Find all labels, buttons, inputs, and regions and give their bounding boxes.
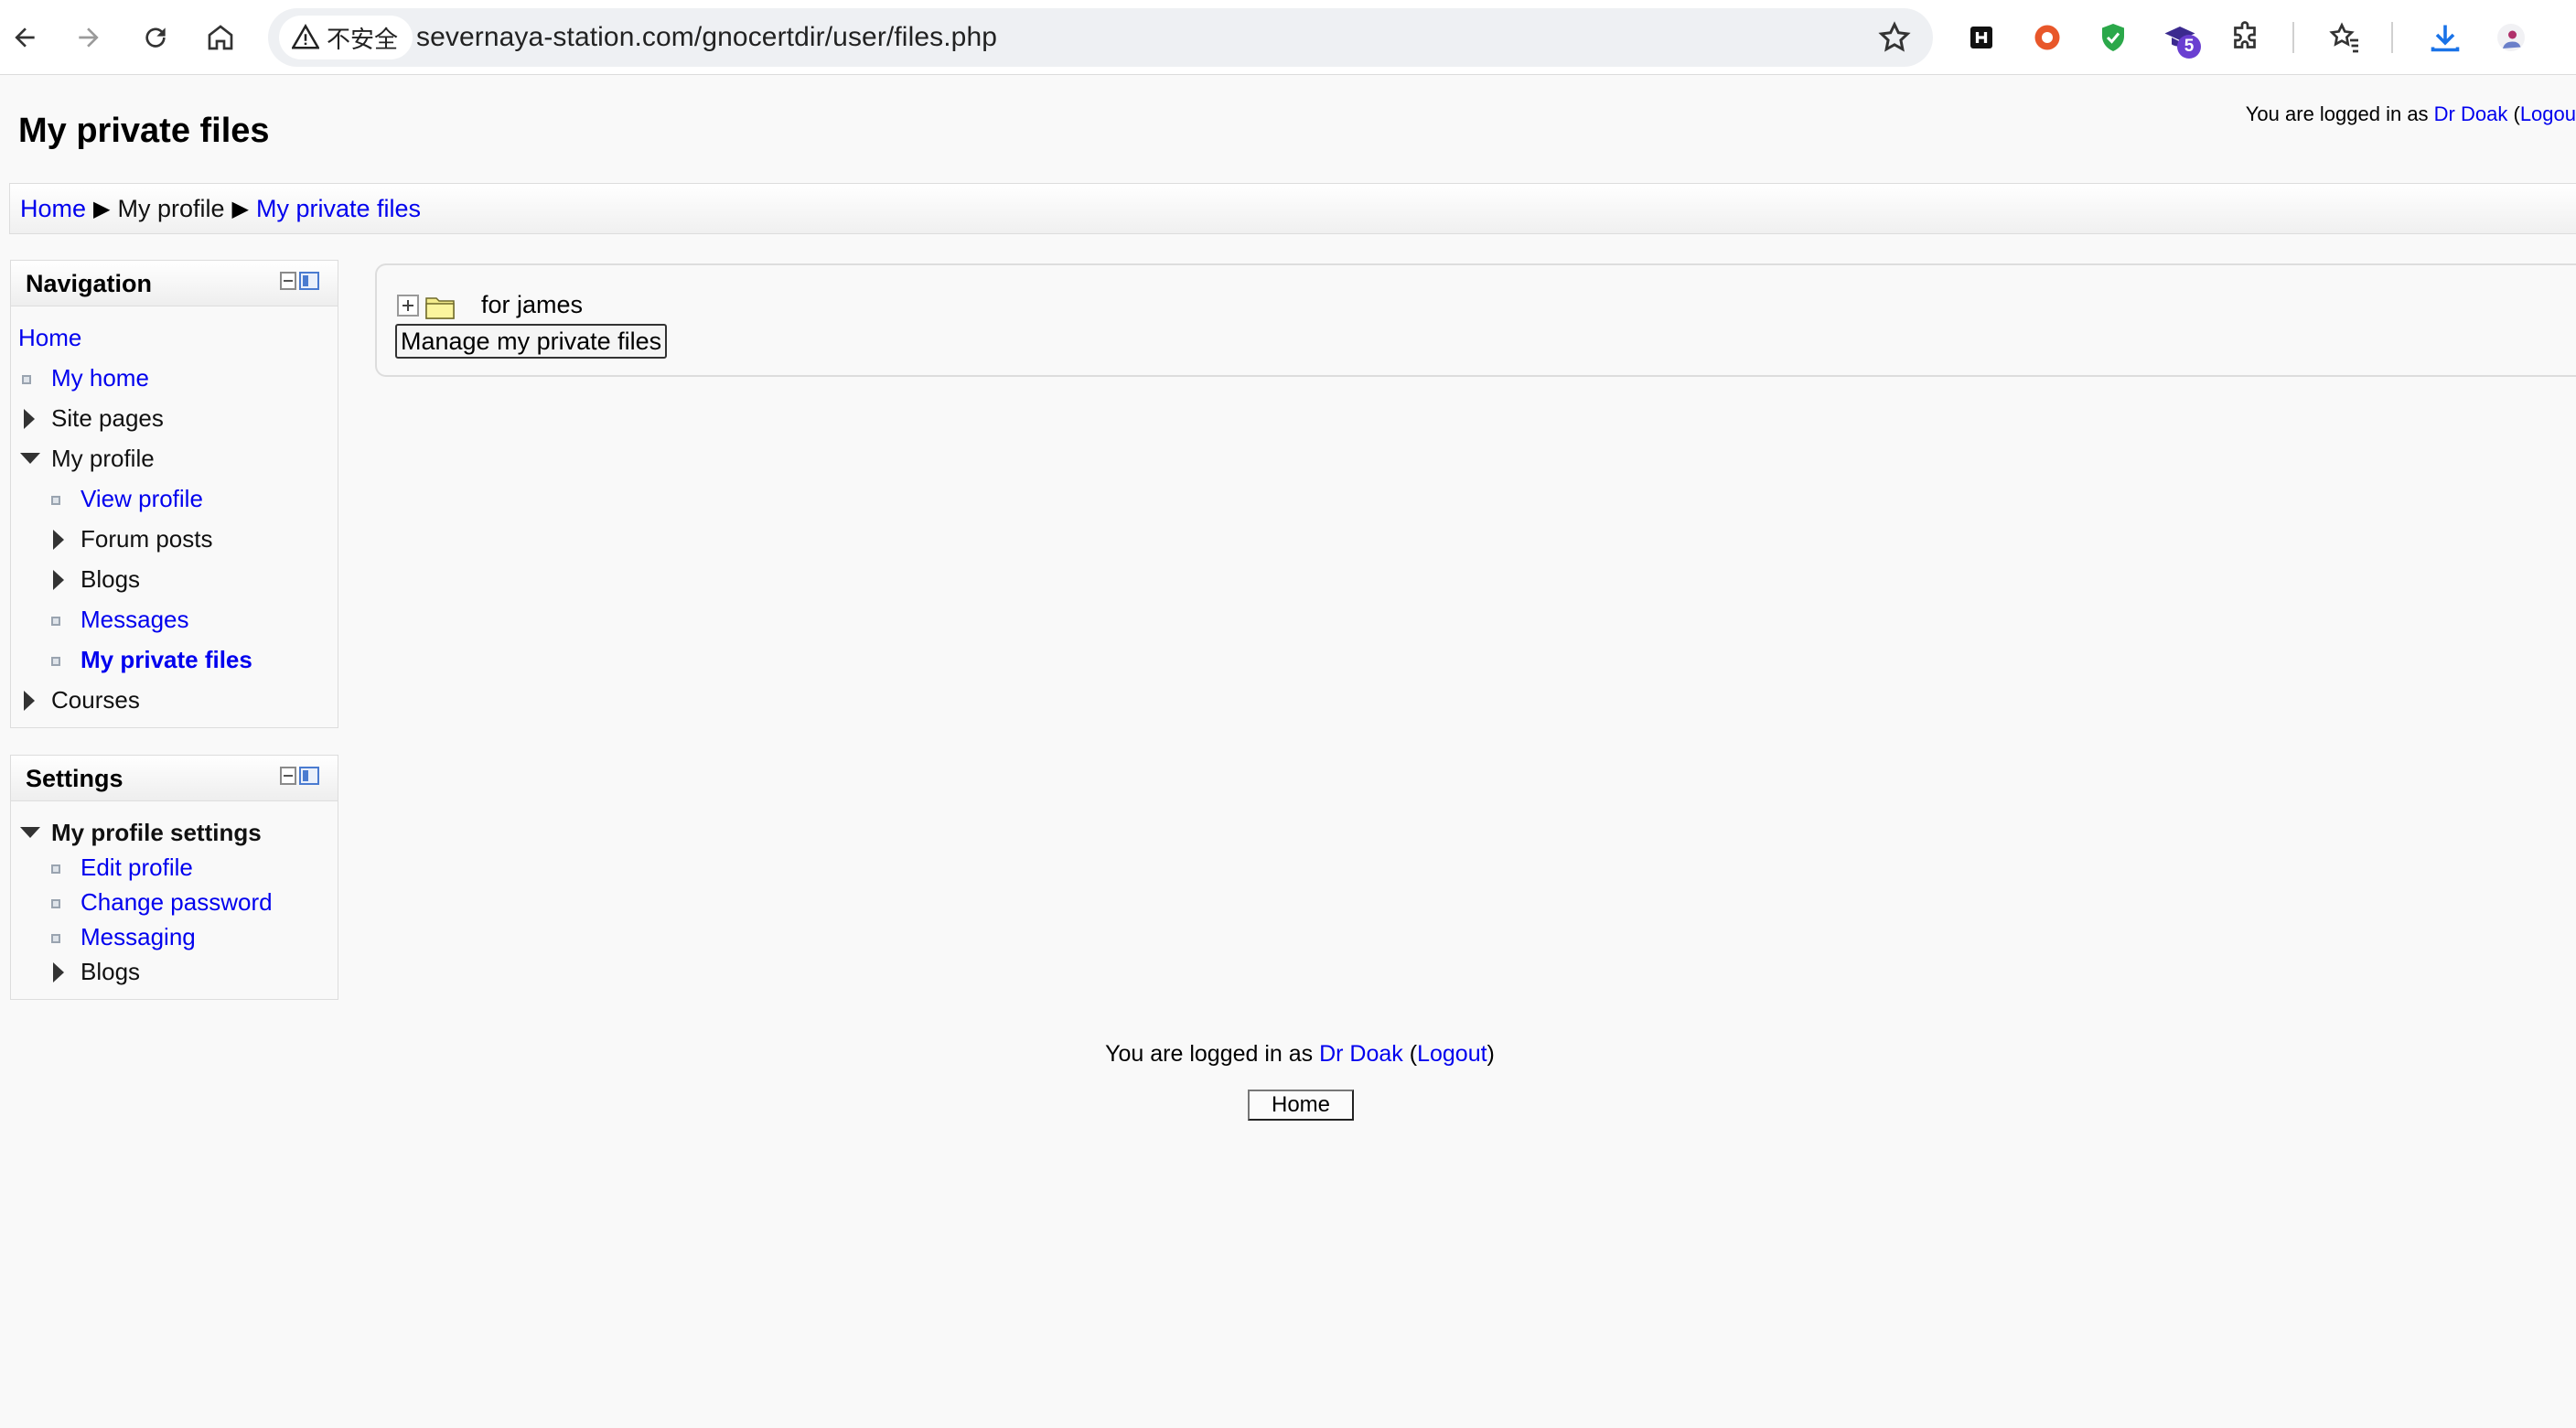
page-title: My private files [18, 112, 270, 150]
main-content: for james Manage my private files [375, 263, 2576, 377]
record-icon [2034, 25, 2060, 50]
dock-block-icon[interactable] [299, 767, 319, 785]
expand-arrow-icon[interactable] [53, 530, 64, 550]
star-list-icon [2329, 22, 2358, 53]
block-controls [280, 767, 319, 785]
extension-graduation-button[interactable]: 5 [2157, 15, 2203, 60]
extension-shield-button[interactable] [2090, 15, 2136, 60]
extension-record-button[interactable] [2024, 15, 2070, 60]
settings-block: Settings My profile settings Edit profil… [10, 755, 338, 1000]
address-bar[interactable]: 不安全 severnaya-station.com/gnocertdir/use… [268, 8, 1933, 67]
security-indicator[interactable]: 不安全 [279, 16, 413, 59]
folder-name[interactable]: for james [481, 291, 583, 319]
leaf-bullet-icon [22, 375, 31, 384]
warning-icon [292, 24, 319, 49]
bookmark-star-icon[interactable] [1878, 21, 1911, 54]
navigation-block-header: Navigation [11, 261, 338, 306]
leaf-bullet-icon [51, 864, 60, 874]
breadcrumb-my-private-files[interactable]: My private files [256, 195, 421, 223]
expand-arrow-icon[interactable] [24, 409, 35, 429]
home-button[interactable] [196, 13, 245, 62]
downloads-button[interactable] [2422, 15, 2468, 60]
breadcrumb-separator: ▶ [93, 196, 111, 221]
manage-private-files-button[interactable]: Manage my private files [395, 324, 668, 359]
expand-folder-icon[interactable] [397, 295, 419, 317]
logout-link-header[interactable]: Logou [2520, 102, 2576, 125]
extensions-menu-button[interactable] [2222, 15, 2268, 60]
login-info-footer: You are logged in as Dr Doak (Logout) [1105, 1041, 1495, 1067]
avatar-icon [2497, 24, 2525, 51]
expand-arrow-icon[interactable] [24, 691, 35, 711]
letter-h-icon [1970, 27, 1992, 48]
settings-block-header: Settings [11, 756, 338, 801]
breadcrumb-separator: ▶ [231, 196, 249, 221]
url-text[interactable]: severnaya-station.com/gnocertdir/user/fi… [416, 8, 997, 67]
user-profile-link[interactable]: Dr Doak [2434, 102, 2508, 125]
puzzle-icon [2234, 21, 2256, 48]
extension-h-button[interactable] [1959, 15, 2004, 60]
reload-button[interactable] [131, 13, 180, 62]
breadcrumb: Home ▶ My profile ▶ My private files [9, 183, 2576, 234]
leaf-bullet-icon [51, 657, 60, 666]
logout-link[interactable]: Logout [1417, 1041, 1487, 1067]
login-info-header: You are logged in as Dr Doak (Logou [2245, 102, 2576, 125]
forward-button[interactable] [64, 13, 113, 62]
bookmarks-button[interactable] [2322, 15, 2367, 60]
navigation-block-title: Navigation [26, 270, 153, 297]
dock-block-icon[interactable] [299, 272, 319, 290]
navigation-block: Navigation Home My home Site pages My pr… [10, 260, 338, 728]
expand-arrow-icon[interactable] [53, 962, 64, 982]
breadcrumb-my-profile: My profile [117, 194, 225, 222]
footer-home-button[interactable]: Home [1248, 1090, 1354, 1121]
folder-icon [425, 297, 455, 319]
settings-block-title: Settings [26, 765, 123, 792]
shield-check-icon [2102, 24, 2124, 51]
collapse-block-icon[interactable] [280, 767, 296, 785]
leaf-bullet-icon [51, 496, 60, 505]
leaf-bullet-icon [51, 934, 60, 943]
toolbar-divider [2292, 22, 2294, 53]
back-button[interactable] [0, 13, 49, 62]
extension-badge: 5 [2177, 35, 2201, 59]
user-profile-link[interactable]: Dr Doak [1319, 1041, 1403, 1067]
block-controls [280, 272, 319, 290]
collapse-arrow-icon[interactable] [20, 827, 40, 838]
download-icon [2431, 25, 2460, 52]
expand-arrow-icon[interactable] [53, 570, 64, 590]
collapse-arrow-icon[interactable] [20, 453, 40, 464]
home-icon [208, 25, 233, 50]
leaf-bullet-icon [51, 899, 60, 908]
profile-button[interactable] [2488, 15, 2534, 60]
leaf-bullet-icon [51, 617, 60, 626]
browser-toolbar: 不安全 severnaya-station.com/gnocertdir/use… [0, 0, 2576, 75]
arrow-right-icon [79, 27, 99, 48]
arrow-left-icon [15, 27, 35, 48]
collapse-block-icon[interactable] [280, 272, 296, 290]
breadcrumb-home[interactable]: Home [20, 195, 86, 223]
reload-icon [145, 27, 166, 48]
security-label: 不安全 [327, 25, 399, 53]
toolbar-divider [2391, 22, 2393, 53]
